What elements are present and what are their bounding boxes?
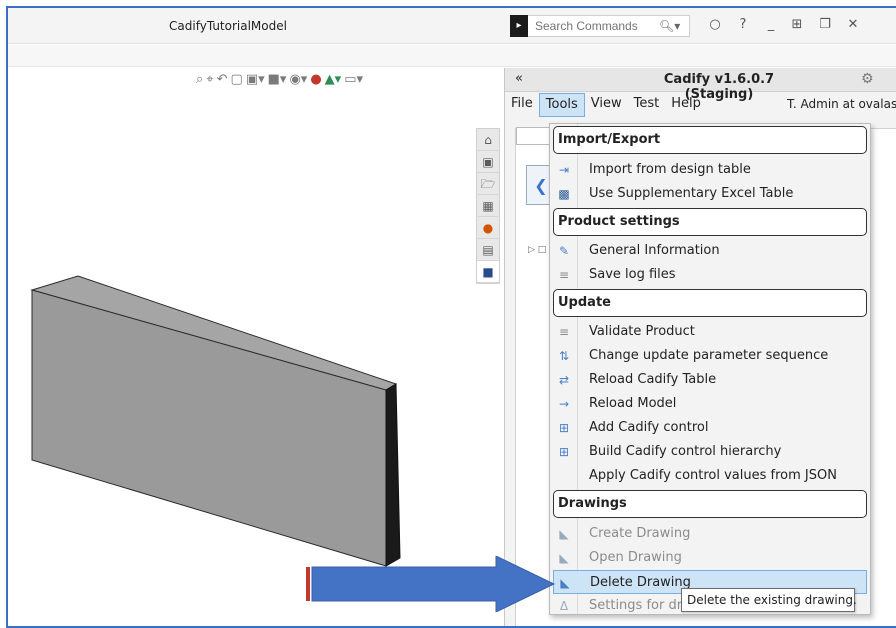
menu-test[interactable]: Test [628,93,666,117]
menu-item-validate-product[interactable]: ≡ Validate Product [553,320,867,344]
reload-model-icon: → [558,397,570,411]
solidworks-logo-icon: ▸ [510,15,528,37]
search-icon[interactable]: 🔍︎▾ [659,19,680,33]
menu-item-change-update-sequence[interactable]: ⇅ Change update parameter sequence [553,344,867,368]
hierarchy-icon: ⊞ [558,445,570,459]
menu-item-add-cadify-control[interactable]: ⊞ Add Cadify control [553,416,867,440]
view-palette-icon[interactable]: ▦ [477,195,499,217]
drawing-icon: ◣ [559,551,569,565]
home-icon[interactable]: ⌂ [477,129,499,151]
menu-item-reload-cadify-table[interactable]: ⇄ Reload Cadify Table [553,368,867,392]
checklist-icon: ≡ [558,268,570,282]
title-bar: CadifyTutorialModel ▸ 🔍︎▾ ○ ? _ ⊞ ❐ ✕ [8,8,896,44]
import-table-icon: ⇥ [558,163,570,177]
drawing-icon: ◣ [560,576,570,590]
drawing-settings-icon: Δ [559,599,569,613]
task-pane-tabs: ⌂ ▣ 🗁︎ ▦ ● ▤ ■ [476,128,500,284]
close-icon[interactable]: ✕ [844,17,862,32]
user-icon[interactable]: ○ [706,17,724,32]
menu-help[interactable]: Help [665,93,707,117]
model-part[interactable] [8,68,498,628]
tools-dropdown-menu: Import/Export ⇥ Import from design table… [549,123,871,615]
window-title: CadifyTutorialModel [169,19,287,33]
command-manager-bar [8,45,896,67]
custom-properties-icon[interactable]: ▤ [477,239,499,261]
menu-item-reload-model[interactable]: → Reload Model [553,392,867,416]
solidworks-window: CadifyTutorialModel ▸ 🔍︎▾ ○ ? _ ⊞ ❐ ✕ ⌕ … [6,6,896,628]
menu-file[interactable]: File [505,93,539,117]
section-drawings: Drawings [553,490,867,518]
appearances-icon[interactable]: ● [477,217,499,239]
sort-icon: ⇅ [558,349,570,363]
menu-item-open-drawing[interactable]: ◣ Open Drawing [553,546,867,570]
restore-icon[interactable]: ❐ [816,17,834,32]
section-update: Update [553,289,867,317]
info-edit-icon: ✎ [558,244,570,258]
menu-item-save-log-files[interactable]: ≡ Save log files [553,263,867,287]
menu-item-build-control-hierarchy[interactable]: ⊞ Build Cadify control hierarchy [553,440,867,464]
section-product-settings: Product settings [553,208,867,236]
menu-item-import-design-table[interactable]: ⇥ Import from design table [553,158,867,182]
menu-view[interactable]: View [585,93,628,117]
menu-item-general-information[interactable]: ✎ General Information [553,239,867,263]
checklist-icon: ≡ [558,325,570,339]
command-search[interactable]: ▸ 🔍︎▾ [510,15,690,37]
tree-expander-icon[interactable]: ▷ □ [528,245,546,255]
file-explorer-icon[interactable]: 🗁︎ [477,173,499,195]
menu-item-create-drawing[interactable]: ◣ Create Drawing [553,522,867,546]
gear-icon[interactable]: ⚙ [861,71,874,87]
tooltip: Delete the existing drawing. [681,588,857,612]
add-control-icon: ⊞ [558,421,570,435]
section-import-export: Import/Export [553,126,867,154]
excel-icon: ▩ [558,187,570,201]
panel-header: « Cadify v1.6.0.7 (Staging) ⚙ [505,68,896,102]
drawing-icon: ◣ [559,527,569,541]
user-label: T. Admin at ovalas.ne [787,97,896,111]
minimize-icon[interactable]: _ [762,17,780,32]
menu-tools[interactable]: Tools [538,93,585,117]
reload-table-icon: ⇄ [558,373,570,387]
collapse-icon[interactable]: « [515,71,523,86]
annotation-arrow [306,556,556,612]
search-input[interactable] [535,19,655,33]
pin-icon[interactable]: ⊞ [788,17,806,32]
cadify-tab-icon[interactable]: ■ [477,261,499,283]
menu-item-apply-json-values[interactable]: Apply Cadify control values from JSON [553,464,867,488]
design-library-icon[interactable]: ▣ [477,151,499,173]
graphics-area[interactable]: ⌕ ⌖ ↶ ▢ ▣▾ ■▾ ◉▾ ● ▲▾ ▭▾ [8,68,498,628]
help-icon[interactable]: ? [734,17,752,32]
menu-item-supplementary-excel[interactable]: ▩ Use Supplementary Excel Table [553,182,867,206]
